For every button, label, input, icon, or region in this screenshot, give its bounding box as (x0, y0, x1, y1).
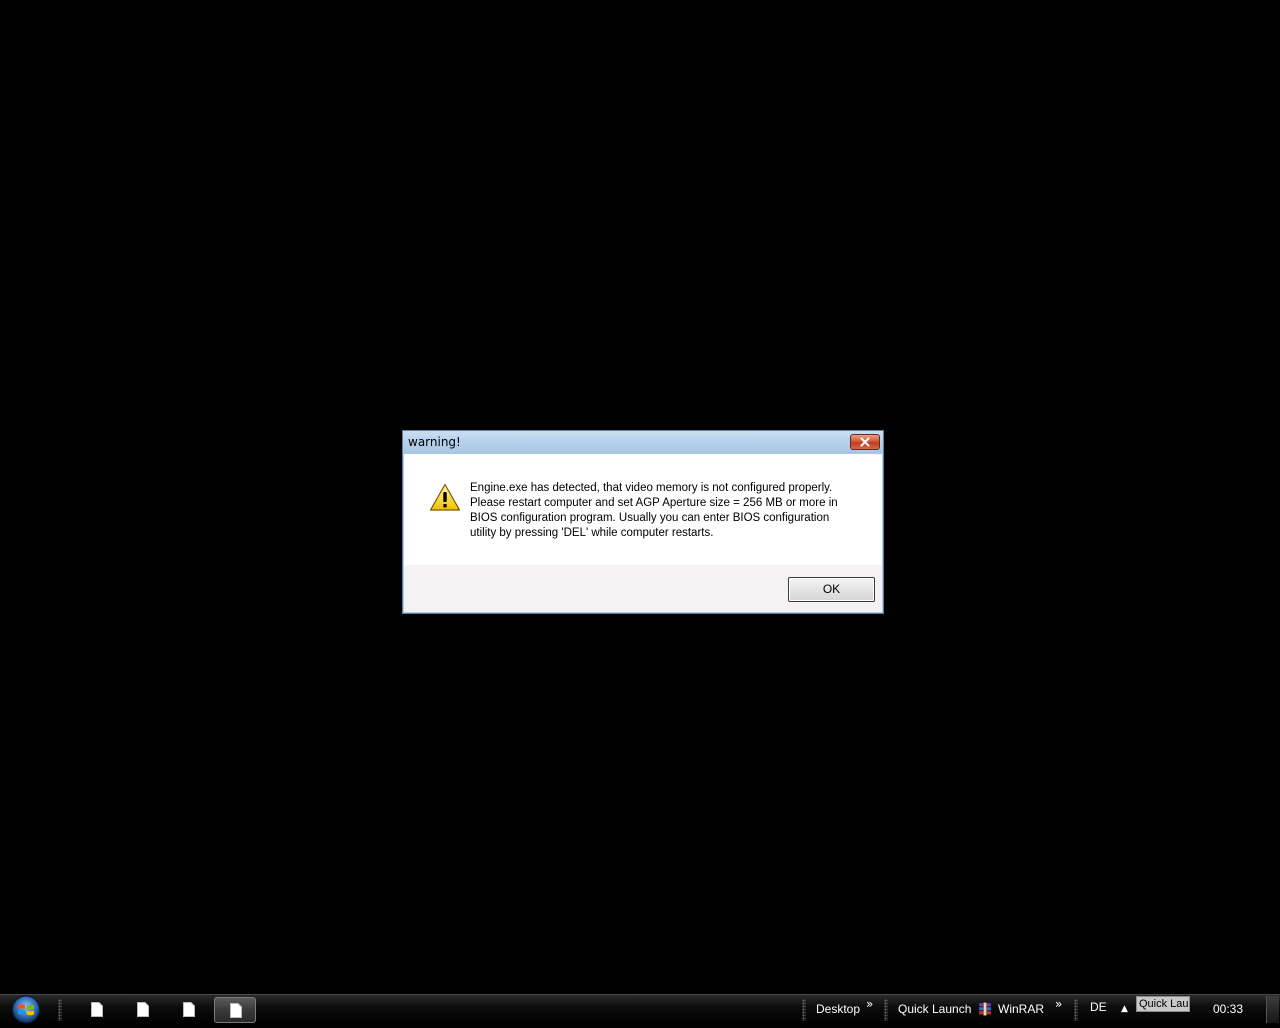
start-button[interactable] (6, 995, 46, 1024)
dialog-body: Engine.exe has detected, that video memo… (404, 454, 882, 565)
toolbar-grip[interactable] (802, 999, 806, 1021)
desktop-toolbar-chevron[interactable]: » (866, 997, 873, 1011)
toolbar-grip[interactable] (58, 999, 62, 1021)
dialog-message: Engine.exe has detected, that video memo… (470, 481, 862, 541)
message-line: BIOS configuration program. Usually you … (470, 512, 830, 524)
warning-icon (429, 483, 461, 511)
quick-launch-label[interactable]: Quick Launch (898, 1002, 971, 1016)
taskbar: Desktop » Quick Launch WinRAR » DE ▲ Qui… (0, 994, 1280, 1024)
document-icon (91, 1002, 103, 1017)
document-icon (230, 1003, 242, 1018)
message-line: utility by pressing 'DEL' while computer… (470, 527, 714, 539)
language-indicator[interactable]: DE (1090, 1000, 1107, 1014)
quick-launch-chevron[interactable]: » (1055, 997, 1062, 1011)
windows-logo-icon (12, 995, 40, 1024)
dialog-footer: OK (404, 565, 882, 612)
taskbar-button[interactable] (122, 997, 164, 1023)
ok-button[interactable]: OK (788, 577, 875, 602)
message-line: Engine.exe has detected, that video memo… (470, 482, 833, 494)
document-icon (137, 1002, 149, 1017)
toolbar-grip[interactable] (1074, 999, 1078, 1021)
message-line: Please restart computer and set AGP Aper… (470, 497, 838, 509)
show-desktop-button[interactable] (1266, 996, 1279, 1023)
taskbar-button[interactable] (76, 997, 118, 1023)
show-hidden-icons-arrow[interactable]: ▲ (1121, 1004, 1128, 1014)
winrar-label[interactable]: WinRAR (998, 1002, 1044, 1016)
clock[interactable]: 00:33 (1213, 1002, 1243, 1016)
tray-tooltip: Quick Lau (1136, 996, 1190, 1012)
close-icon (860, 437, 870, 447)
taskbar-button-active[interactable] (214, 997, 256, 1023)
desktop-toolbar-label[interactable]: Desktop (816, 1002, 860, 1016)
taskbar-button[interactable] (168, 997, 210, 1023)
dialog-title: warning! (408, 435, 461, 449)
dialog-titlebar[interactable]: warning! (403, 431, 883, 454)
warning-dialog: warning! Engine.exe has detected, that v… (402, 430, 884, 614)
close-button[interactable] (850, 434, 880, 450)
document-icon (183, 1002, 195, 1017)
winrar-icon[interactable] (978, 1002, 992, 1016)
toolbar-grip[interactable] (884, 999, 888, 1021)
